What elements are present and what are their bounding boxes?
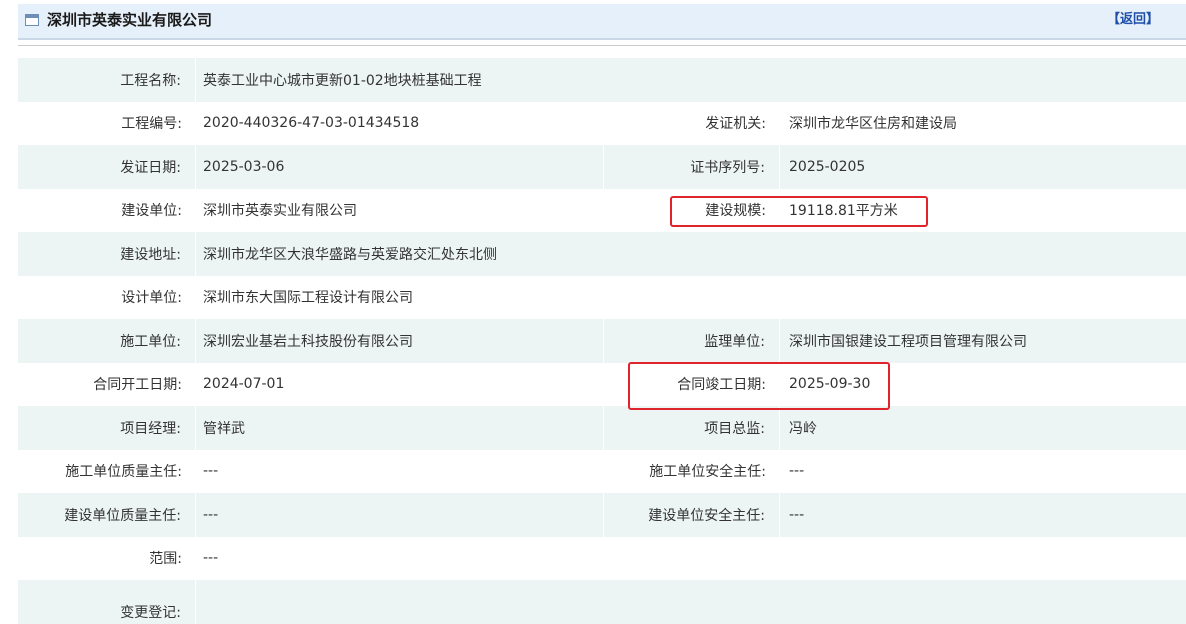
table-row: 项目经理: 管祥武 项目总监: 冯岭 — [18, 406, 1186, 450]
field-value: 深圳市国银建设工程项目管理有限公司 — [789, 333, 1027, 350]
field-label: 施工单位: — [18, 319, 196, 363]
field-label: 发证日期: — [18, 145, 196, 189]
field-value: 冯岭 — [789, 420, 817, 437]
page-header: 深圳市英泰实业有限公司 【返回】 — [18, 4, 1186, 40]
field-label: 施工单位安全主任: — [649, 464, 766, 481]
field-label: 变更登记: — [18, 580, 196, 624]
field-label: 建设单位质量主任: — [18, 493, 196, 537]
field-label: 证书序列号: — [606, 145, 780, 189]
field-value: 2025-0205 — [789, 158, 866, 175]
field-value: --- — [789, 506, 805, 523]
table-row: 建设地址: 深圳市龙华区大浪华盛路与英爱路交汇处东北侧 — [18, 232, 1186, 276]
field-value: 深圳市龙华区大浪华盛路与英爱路交汇处东北侧 — [203, 246, 497, 263]
field-value: 管祥武 — [203, 406, 604, 450]
field-value: 2020-440326-47-03-01434518 — [203, 115, 420, 132]
field-value: 2024-07-01 — [203, 376, 285, 393]
table-row: 建设单位: 深圳市英泰实业有限公司 建设规模: 19118.81平方米 — [18, 189, 1186, 233]
field-value: 2025-03-06 — [203, 145, 604, 189]
window-icon — [25, 14, 39, 26]
field-label: 范围: — [149, 551, 182, 568]
table-row: 合同开工日期: 2024-07-01 合同竣工日期: 2025-09-30 — [18, 363, 1186, 407]
table-row: 建设单位质量主任: --- 建设单位安全主任: --- — [18, 493, 1186, 537]
field-label: 建设地址: — [18, 232, 196, 276]
permit-info-table: 工程名称: 英泰工业中心城市更新01-02地块桩基础工程 工程编号: 2020-… — [18, 58, 1186, 624]
page-title: 深圳市英泰实业有限公司 — [47, 11, 213, 29]
header-divider — [18, 45, 1186, 46]
field-label: 工程编号: — [121, 116, 182, 133]
table-row: 变更登记: — [18, 580, 1186, 624]
field-value: --- — [789, 463, 805, 480]
table-row: 施工单位质量主任: --- 施工单位安全主任: --- — [18, 450, 1186, 494]
field-label: 设计单位: — [121, 290, 182, 307]
highlight-box-completion-date — [628, 362, 890, 410]
field-value: 深圳市英泰实业有限公司 — [203, 203, 357, 220]
highlight-box-construction-scale — [670, 196, 928, 227]
field-value: 英泰工业中心城市更新01-02地块桩基础工程 — [203, 72, 482, 89]
field-value: --- — [203, 550, 219, 567]
field-value: --- — [203, 463, 219, 480]
field-label: 项目经理: — [18, 406, 196, 450]
table-row: 范围: --- — [18, 537, 1186, 581]
table-row: 施工单位: 深圳宏业基岩土科技股份有限公司 监理单位: 深圳市国银建设工程项目管… — [18, 319, 1186, 363]
field-label: 工程名称: — [18, 58, 196, 102]
field-value: --- — [203, 493, 604, 537]
table-row: 工程名称: 英泰工业中心城市更新01-02地块桩基础工程 — [18, 58, 1186, 102]
field-label: 发证机关: — [705, 116, 766, 133]
field-label: 建设单位: — [121, 203, 182, 220]
field-value: 深圳市龙华区住房和建设局 — [789, 116, 957, 133]
table-row: 发证日期: 2025-03-06 证书序列号: 2025-0205 — [18, 145, 1186, 189]
field-value: 深圳市东大国际工程设计有限公司 — [203, 290, 413, 307]
field-label: 项目总监: — [606, 406, 780, 450]
field-label: 建设单位安全主任: — [606, 493, 780, 537]
field-value — [203, 580, 603, 624]
table-row: 设计单位: 深圳市东大国际工程设计有限公司 — [18, 276, 1186, 320]
table-row: 工程编号: 2020-440326-47-03-01434518 发证机关: 深… — [18, 102, 1186, 146]
field-label: 合同开工日期: — [93, 377, 182, 394]
back-link[interactable]: 【返回】 — [1107, 10, 1159, 30]
field-label: 监理单位: — [606, 319, 780, 363]
field-label: 施工单位质量主任: — [65, 464, 182, 481]
field-value: 深圳宏业基岩土科技股份有限公司 — [203, 319, 604, 363]
